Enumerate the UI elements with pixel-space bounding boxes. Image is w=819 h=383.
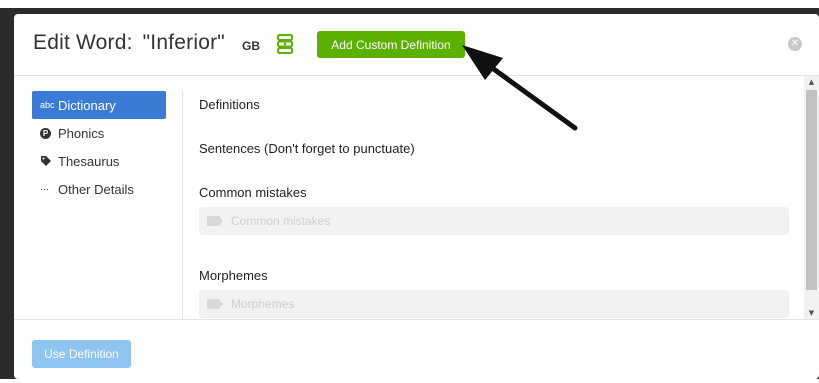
sidebar-item-label: Thesaurus [58,153,120,169]
title-prefix: Edit Word: [33,31,133,54]
sentences-heading: Sentences (Don't forget to punctuate) [199,141,415,156]
definitions-heading: Definitions [199,97,260,112]
title-word: "Inferior" [142,31,225,54]
edit-word-modal: Edit Word: "Inferior" GB Add Custom Defin… [14,14,819,379]
scroll-up-icon[interactable]: ▲ [804,76,819,88]
common-mistakes-placeholder: Common mistakes [231,214,331,228]
modal-header: Edit Word: "Inferior" GB Add Custom Defin… [14,14,819,76]
modal-footer: Use Definition [14,319,819,379]
sidebar-item-thesaurus[interactable]: Thesaurus [32,147,166,175]
tag-icon [207,299,223,309]
sidebar-item-label: Dictionary [58,97,116,113]
common-mistakes-heading: Common mistakes [199,185,307,200]
ellipsis-icon: ··· [40,184,49,194]
sidebar-item-label: Phonics [58,125,105,141]
sidebar-item-dictionary[interactable]: abc Dictionary [32,91,166,119]
content-scrollbar[interactable]: ▲ ▼ [804,76,819,319]
use-definition-button[interactable]: Use Definition [32,340,131,368]
tag-icon [207,216,223,226]
sidebar-item-phonics[interactable]: P Phonics [32,119,166,147]
close-icon[interactable]: ✕ [788,37,802,51]
abc-icon: abc [40,100,55,110]
tag-icon [40,155,54,167]
add-custom-definition-button[interactable]: Add Custom Definition [317,31,465,58]
phonics-icon-badge: P [40,127,51,139]
phonics-icon: P [40,127,54,139]
morphemes-placeholder: Morphemes [231,297,295,311]
definition-content: Definitions Sentences (Don't forget to p… [199,91,789,319]
morphemes-input[interactable]: Morphemes [199,290,789,318]
language-code: GB [242,39,260,53]
sidebar-divider [182,91,183,319]
database-icon[interactable] [276,34,294,54]
sidebar-item-label: Other Details [58,181,134,197]
modal-title: Edit Word: "Inferior" [33,31,225,55]
common-mistakes-input[interactable]: Common mistakes [199,207,789,235]
sidebar: abc Dictionary P Phonics Thesaurus ··· O… [32,91,166,203]
page-top-strip [0,0,819,8]
morphemes-heading: Morphemes [199,268,268,283]
page-bottom-strip [0,379,819,383]
scroll-thumb[interactable] [806,90,817,290]
scroll-down-icon[interactable]: ▼ [804,307,819,319]
sidebar-item-other-details[interactable]: ··· Other Details [32,175,166,203]
